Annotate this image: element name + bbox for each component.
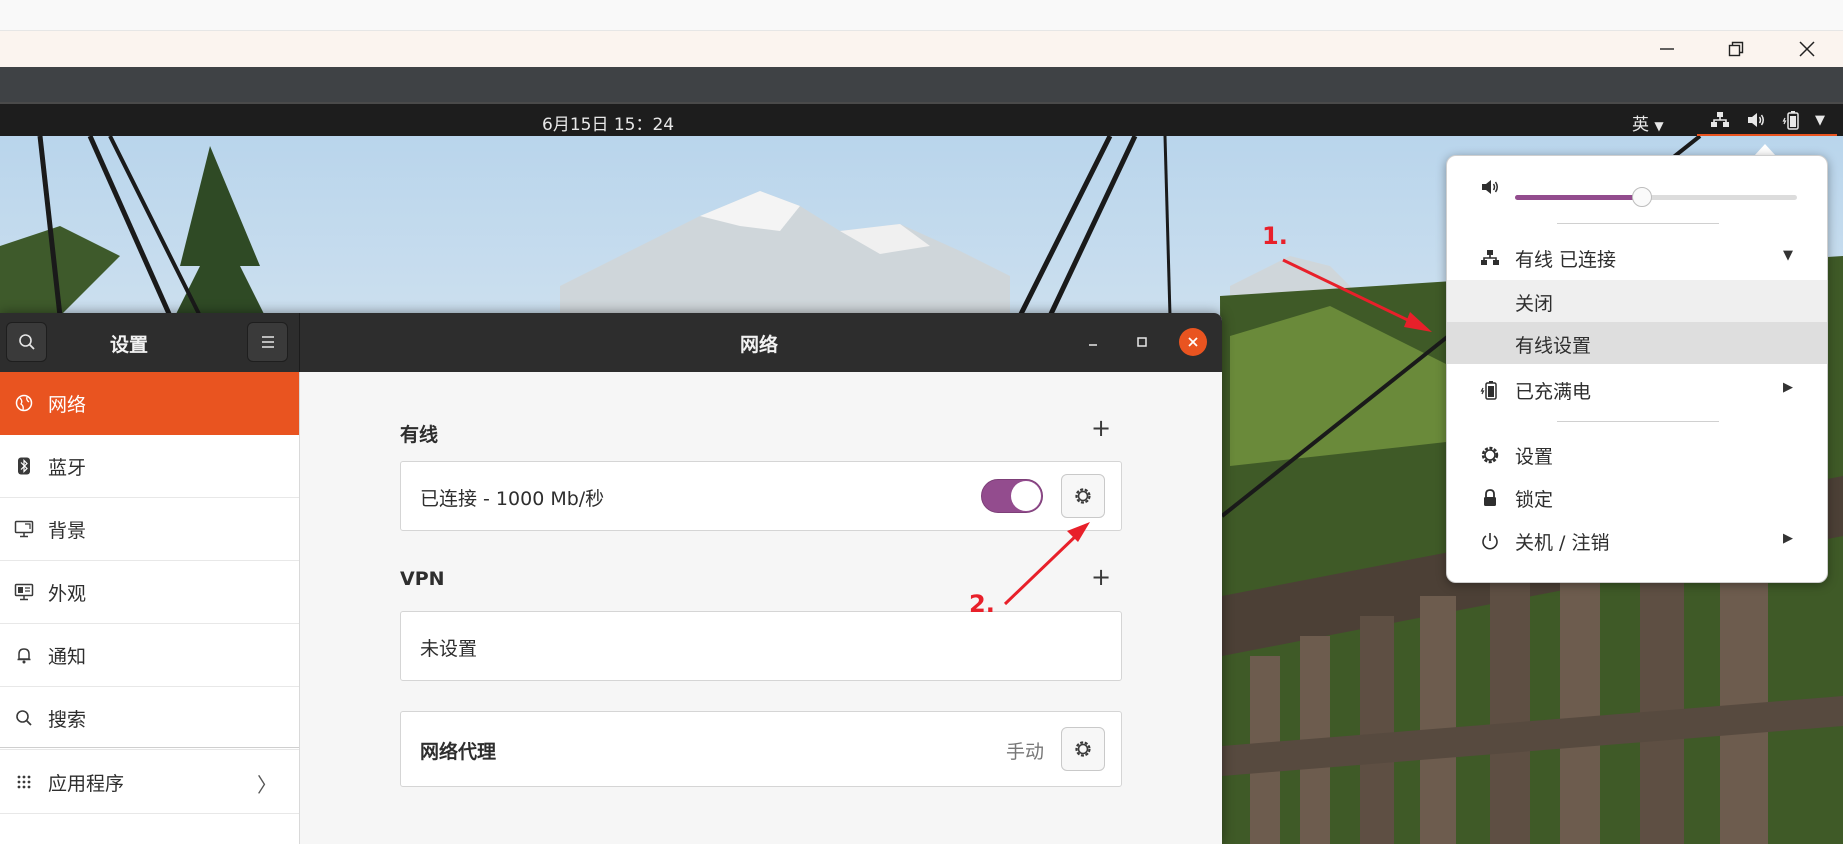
arrow-to-wired-settings <box>1282 258 1419 327</box>
annotation-arrows <box>1003 258 1432 606</box>
arrow-head <box>1404 312 1432 332</box>
arrow-head <box>1067 522 1090 542</box>
arrow-to-gear-button <box>1003 530 1082 606</box>
